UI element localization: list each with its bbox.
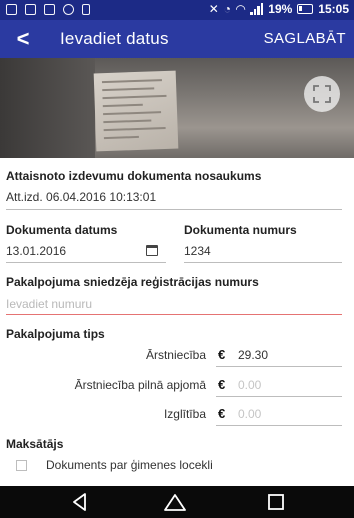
save-button[interactable]: SAGLABĀT (264, 30, 346, 47)
fullscreen-button[interactable] (304, 76, 340, 112)
image-icon (25, 4, 36, 15)
notification-icon (6, 4, 17, 15)
service-row-label: Ārstniecība (145, 348, 206, 362)
alarm-icon: ◔ (223, 2, 232, 16)
amount-underline (216, 425, 342, 426)
status-bar: ✕ ◔ ◠ 19% 15:05 (0, 0, 354, 20)
mute-icon: ✕ (208, 2, 219, 16)
calendar-icon[interactable] (146, 245, 158, 256)
provider-reg-label: Pakalpojuma sniedzēja reģistrācijas numu… (6, 275, 259, 289)
currency-symbol: € (218, 377, 226, 392)
doc-number-underline (184, 262, 342, 263)
doc-date-underline (6, 262, 166, 263)
provider-reg-underline (6, 314, 342, 315)
doc-number-label: Dokumenta numurs (184, 223, 297, 237)
battery-icon (297, 4, 314, 14)
battery-percent: 19% (268, 2, 293, 16)
home-icon[interactable] (163, 492, 193, 512)
system-nav-bar (0, 486, 354, 518)
amount-underline (216, 366, 342, 367)
service-row-label: Ārstniecība pilnā apjomā (74, 378, 206, 392)
mail-icon (44, 4, 55, 15)
page-title: Ievadiet datus (60, 29, 169, 48)
doc-number-field[interactable]: 1234 (184, 244, 211, 258)
clock: 15:05 (318, 2, 349, 16)
doc-name-underline (6, 209, 342, 210)
back-arrow-icon[interactable]: < (6, 22, 40, 56)
family-member-checkbox-label[interactable]: Dokuments par ģimenes locekli (46, 458, 213, 472)
service-amount-field[interactable]: 29.30 (238, 348, 268, 362)
service-type-label: Pakalpojuma tips (6, 327, 105, 341)
back-triangle-icon[interactable] (70, 492, 100, 512)
fullscreen-icon (313, 85, 331, 103)
app-bar: < Ievadiet datus SAGLABĀT (0, 20, 354, 58)
payer-label: Maksātājs (6, 437, 64, 451)
provider-reg-input[interactable]: Ievadiet numuru (6, 297, 92, 311)
service-row-label: Izglītība (163, 407, 206, 421)
lock-icon (82, 4, 90, 15)
family-member-checkbox[interactable] (16, 460, 27, 471)
currency-symbol: € (218, 406, 226, 421)
call-icon (63, 4, 74, 15)
doc-date-label: Dokumenta datums (6, 223, 118, 237)
recents-icon[interactable] (266, 492, 296, 512)
doc-date-field[interactable]: 13.01.2016 (6, 244, 66, 258)
amount-underline (216, 396, 342, 397)
wifi-icon: ◠ (236, 2, 246, 16)
currency-symbol: € (218, 347, 226, 362)
doc-name-field[interactable]: Att.izd. 06.04.2016 10:13:01 (6, 190, 156, 204)
service-amount-field[interactable]: 0.00 (238, 378, 261, 392)
photo-shadow (0, 58, 95, 158)
signal-icon (250, 3, 264, 15)
doc-name-label: Attaisnoto izdevumu dokumenta nosaukums (6, 169, 262, 183)
receipt-image (93, 70, 179, 152)
document-photo[interactable] (0, 58, 354, 158)
service-amount-field[interactable]: 0.00 (238, 407, 261, 421)
